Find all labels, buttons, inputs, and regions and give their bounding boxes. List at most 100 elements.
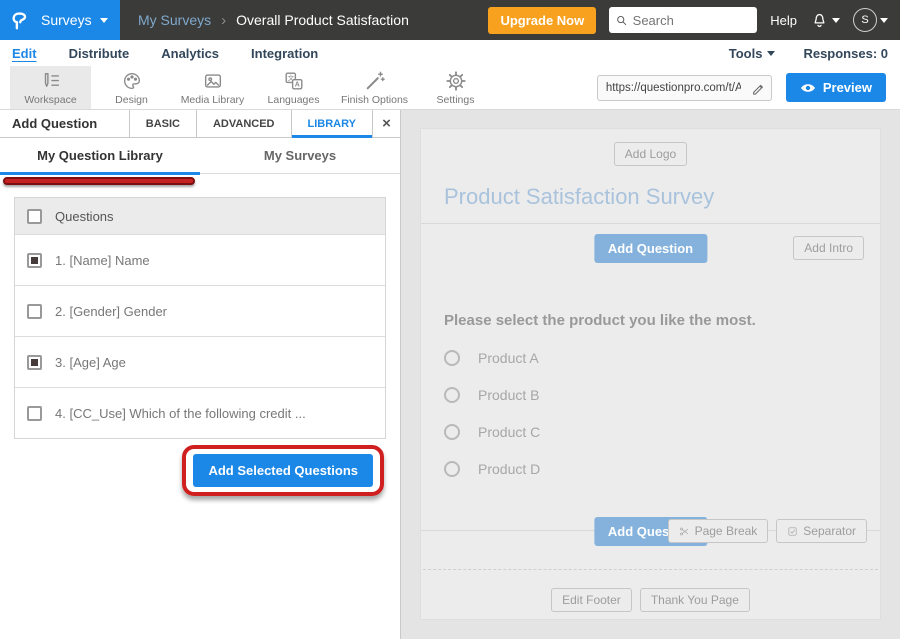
toolbar-media-library[interactable]: Media Library <box>172 66 253 109</box>
question-library-list: Questions 1. [Name] Name 2. [Gender] Gen… <box>14 197 386 439</box>
option-label: Product C <box>478 424 540 440</box>
toolbar-finish-options[interactable]: Finish Options <box>334 66 415 109</box>
radio-icon[interactable] <box>444 461 460 477</box>
toolbar-languages[interactable]: 文 A Languages <box>253 66 334 109</box>
tools-menu[interactable]: Tools <box>729 46 776 61</box>
question-preview[interactable]: Please select the product you like the m… <box>421 268 880 477</box>
settings-icon <box>445 70 467 92</box>
breadcrumb-separator: › <box>221 12 226 29</box>
radio-icon[interactable] <box>444 424 460 440</box>
eye-icon <box>800 82 816 94</box>
option-label: Product A <box>478 350 539 366</box>
list-item-question-3[interactable]: 3. [Age] Age <box>15 336 385 387</box>
close-icon[interactable]: × <box>372 110 400 137</box>
pencil-icon <box>751 81 765 95</box>
breadcrumb: My Surveys › Overall Product Satisfactio… <box>138 12 409 29</box>
thank-you-page-button[interactable]: Thank You Page <box>640 588 750 612</box>
brand-menu-label: Surveys <box>41 12 92 28</box>
red-highlight-frame: Add Selected Questions <box>182 445 384 496</box>
survey-section-nav: Edit Distribute Analytics Integration To… <box>0 40 900 66</box>
list-item-question-1[interactable]: 1. [Name] Name <box>15 234 385 285</box>
survey-title[interactable]: Product Satisfaction Survey <box>444 184 857 210</box>
breadcrumb-my-surveys[interactable]: My Surveys <box>138 12 211 28</box>
option-product-a[interactable]: Product A <box>444 350 857 366</box>
breadcrumb-current-survey: Overall Product Satisfaction <box>236 12 409 28</box>
brand-surveys-menu[interactable]: Surveys <box>0 0 120 40</box>
toolbar-label: Languages <box>268 94 320 106</box>
add-intro-button[interactable]: Add Intro <box>793 236 864 260</box>
search-input[interactable] <box>633 13 751 28</box>
survey-url-input[interactable] <box>598 82 745 94</box>
tab-distribute[interactable]: Distribute <box>69 46 130 61</box>
add-selected-questions-button[interactable]: Add Selected Questions <box>193 454 373 487</box>
option-label: Product B <box>478 387 539 403</box>
option-label: Product D <box>478 461 540 477</box>
global-search[interactable] <box>609 7 757 33</box>
list-item-question-4[interactable]: 4. [CC_Use] Which of the following credi… <box>15 387 385 438</box>
tools-label: Tools <box>729 46 763 61</box>
account-menu[interactable]: S <box>853 8 888 32</box>
survey-url-field <box>597 75 772 101</box>
top-navbar: Surveys My Surveys › Overall Product Sat… <box>0 0 900 40</box>
toolbar-settings[interactable]: Settings <box>415 66 496 109</box>
question-checkbox[interactable] <box>27 406 42 421</box>
checkbox-check-icon <box>787 526 798 537</box>
page-break-button[interactable]: Page Break <box>668 519 769 543</box>
radio-icon[interactable] <box>444 350 460 366</box>
question-checkbox[interactable] <box>27 355 42 370</box>
notifications-menu[interactable] <box>810 11 840 30</box>
preview-label: Preview <box>823 80 872 95</box>
divider <box>421 223 880 224</box>
chevron-down-icon <box>880 18 888 23</box>
question-label: 3. [Age] Age <box>55 355 126 370</box>
chevron-down-icon <box>100 18 108 23</box>
toolbar-label: Design <box>115 94 148 106</box>
separator-label: Separator <box>803 524 856 538</box>
help-link[interactable]: Help <box>770 13 797 28</box>
toolbar-label: Finish Options <box>341 94 408 106</box>
toolbar-design[interactable]: Design <box>91 66 172 109</box>
radio-icon[interactable] <box>444 387 460 403</box>
workspace-icon <box>40 70 62 92</box>
scissors-icon <box>679 526 690 537</box>
finish-options-icon <box>364 70 386 92</box>
option-product-d[interactable]: Product D <box>444 461 857 477</box>
tab-analytics[interactable]: Analytics <box>161 46 219 61</box>
tab-library[interactable]: LIBRARY <box>291 110 372 137</box>
toolbar-label: Workspace <box>24 94 76 106</box>
question-text: Please select the product you like the m… <box>444 312 857 329</box>
question-checkbox[interactable] <box>27 304 42 319</box>
select-all-checkbox[interactable] <box>27 209 42 224</box>
question-label: 1. [Name] Name <box>55 253 150 268</box>
list-item-question-2[interactable]: 2. [Gender] Gender <box>15 285 385 336</box>
edit-toolbar: Workspace Design Media Library 文 A Langu… <box>0 66 900 110</box>
preview-button[interactable]: Preview <box>786 73 886 102</box>
edit-url-button[interactable] <box>745 76 771 100</box>
page-break-label: Page Break <box>695 524 758 538</box>
tab-integration[interactable]: Integration <box>251 46 318 61</box>
separator-button[interactable]: Separator <box>776 519 867 543</box>
add-logo-button[interactable]: Add Logo <box>614 142 687 166</box>
languages-icon: 文 A <box>283 70 305 92</box>
option-product-c[interactable]: Product C <box>444 424 857 440</box>
subtab-my-surveys[interactable]: My Surveys <box>200 138 400 173</box>
subtab-my-question-library[interactable]: My Question Library <box>0 138 200 173</box>
tab-edit[interactable]: Edit <box>12 46 37 61</box>
toolbar-workspace[interactable]: Workspace <box>10 66 91 109</box>
toolbar-label: Media Library <box>181 94 245 106</box>
questionpro-logo-icon <box>10 8 32 32</box>
add-question-top-button[interactable]: Add Question <box>594 234 707 263</box>
tab-basic[interactable]: BASIC <box>129 110 196 137</box>
chevron-down-icon <box>767 51 775 56</box>
tab-advanced[interactable]: ADVANCED <box>196 110 291 137</box>
design-icon <box>121 70 143 92</box>
question-label: 4. [CC_Use] Which of the following credi… <box>55 406 306 421</box>
edit-footer-button[interactable]: Edit Footer <box>551 588 632 612</box>
option-product-b[interactable]: Product B <box>444 387 857 403</box>
add-question-panel: Add Question BASIC ADVANCED LIBRARY × My… <box>0 110 401 639</box>
question-label: 2. [Gender] Gender <box>55 304 167 319</box>
question-checkbox[interactable] <box>27 253 42 268</box>
upgrade-now-button[interactable]: Upgrade Now <box>488 7 596 34</box>
avatar: S <box>853 8 877 32</box>
toolbar-label: Settings <box>437 94 475 106</box>
